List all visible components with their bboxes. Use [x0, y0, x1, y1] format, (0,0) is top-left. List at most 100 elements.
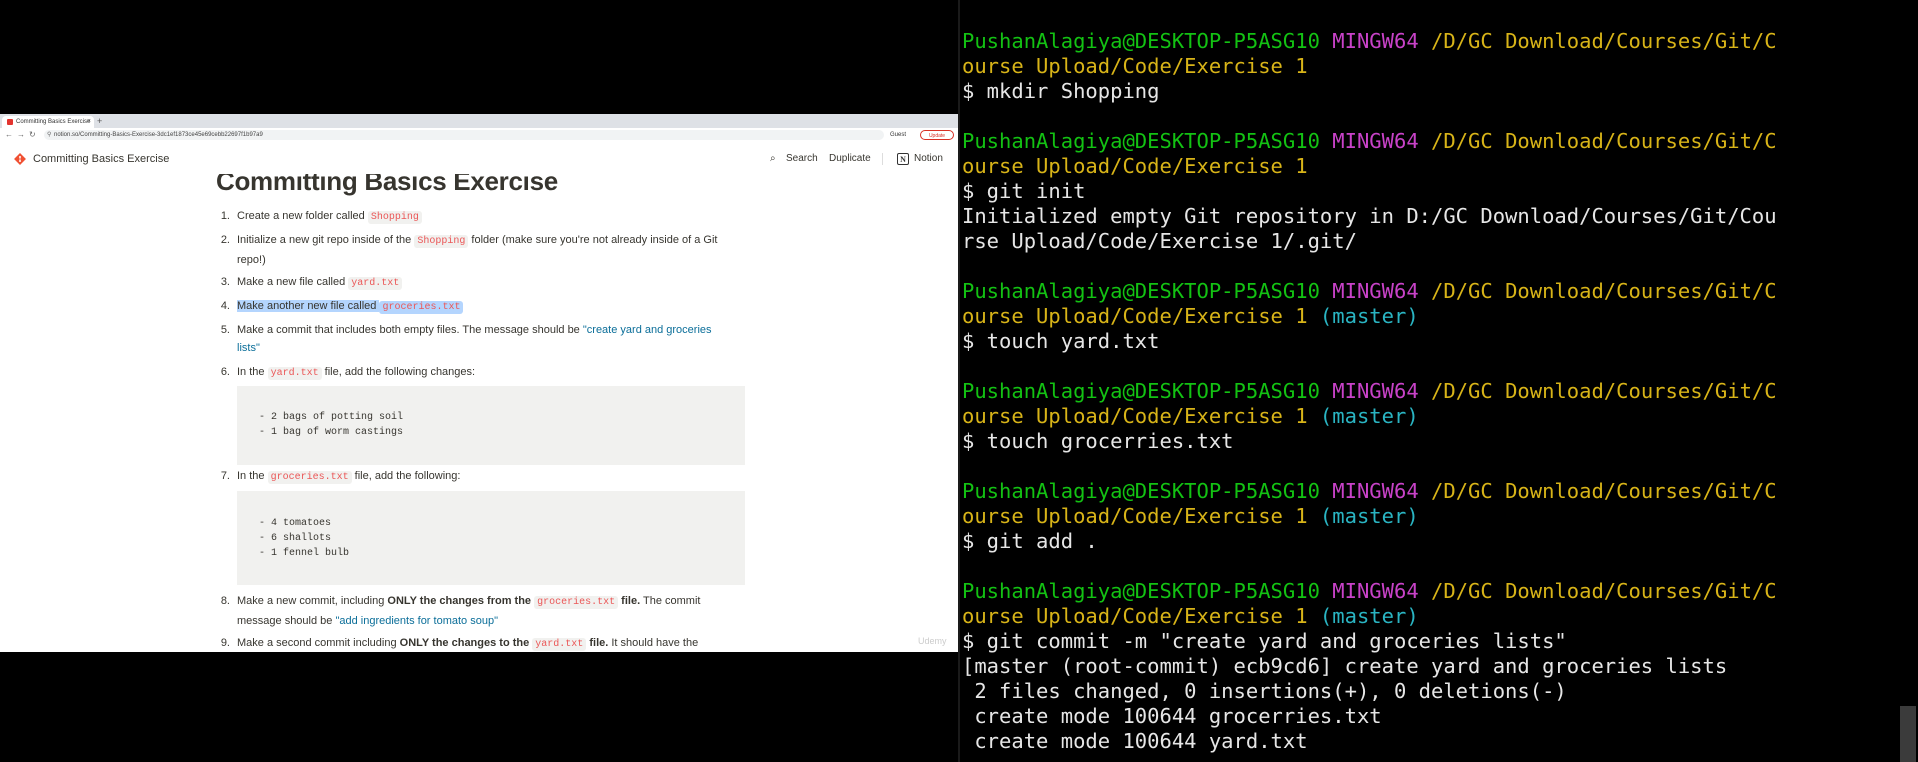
browser-tab[interactable]: Committing Basics Exercise ×	[2, 116, 94, 128]
prompt-branch: (master)	[1319, 404, 1419, 428]
prompt-line: PushanAlagiya@DESKTOP-P5ASG10 MINGW64 /D…	[962, 579, 1777, 604]
step-text: Create a new folder called	[237, 210, 368, 222]
update-button[interactable]: Update	[920, 130, 954, 140]
prompt-path: /D/GC Download/Courses/Git/C	[1431, 279, 1777, 303]
tab-title: Committing Basics Exercise	[16, 119, 91, 125]
inline-code: yard.txt	[532, 638, 587, 651]
prompt-path: /D/GC Download/Courses/Git/C	[1431, 579, 1777, 603]
prompt-path-wrap: ourse Upload/Code/Exercise 1	[962, 304, 1308, 328]
list-number: 9.	[220, 637, 230, 649]
prompt-user: PushanAlagiya@DESKTOP-P5ASG10	[962, 129, 1320, 153]
prompt-env: MINGW64	[1332, 279, 1419, 303]
reload-icon[interactable]: ↻	[29, 129, 36, 141]
prompt-line: PushanAlagiya@DESKTOP-P5ASG10 MINGW64 /D…	[962, 479, 1777, 504]
code-line: - 2 bags of potting soil	[259, 412, 404, 423]
command-line: $ git add .	[962, 529, 1098, 553]
prompt-branch: (master)	[1319, 604, 1419, 628]
inline-code: groceries.txt	[534, 596, 619, 609]
forward-icon[interactable]: →	[17, 129, 25, 141]
inline-code: groceries.txt	[267, 471, 352, 484]
list-text: Make another new file called groceries.t…	[237, 297, 757, 317]
inline-code: groceries.txt	[379, 301, 464, 314]
prompt-path: /D/GC Download/Courses/Git/C	[1431, 479, 1777, 503]
prompt-path: /D/GC Download/Courses/Git/C	[1431, 379, 1777, 403]
terminal-scrollbar[interactable]	[1900, 706, 1916, 762]
list-text: Make a new commit, including ONLY the ch…	[237, 592, 737, 630]
command-line: $ mkdir Shopping	[962, 79, 1160, 103]
inline-code: yard.txt	[267, 367, 322, 380]
output-line: [master (root-commit) ecb9cd6] create ya…	[962, 654, 1728, 678]
page-breadcrumb[interactable]: Committing Basics Exercise	[33, 151, 169, 167]
prompt-line: ourse Upload/Code/Exercise 1 (master)	[962, 304, 1419, 329]
list-text: In the groceries.txt file, add the follo…	[237, 467, 757, 487]
inline-code: Shopping	[414, 235, 469, 248]
prompt-user: PushanAlagiya@DESKTOP-P5ASG10	[962, 279, 1320, 303]
notion-favicon-icon	[7, 119, 13, 125]
prompt-env: MINGW64	[1332, 379, 1419, 403]
output-line: create mode 100644 yard.txt	[962, 729, 1308, 753]
prompt-line: ourse Upload/Code/Exercise 1 (master)	[962, 604, 1419, 629]
step-text: Make a new file called	[237, 276, 349, 288]
prompt-path-wrap: ourse Upload/Code/Exercise 1	[962, 504, 1308, 528]
list-number: 7.	[220, 470, 230, 482]
step-bold-text: file.	[586, 637, 609, 649]
list-text: In the yard.txt file, add the following …	[237, 363, 757, 383]
prompt-path: /D/GC Download/Courses/Git/C	[1431, 129, 1777, 153]
step-text: file, add the following:	[351, 470, 461, 482]
search-button[interactable]: Search	[786, 151, 818, 167]
prompt-env: MINGW64	[1332, 29, 1419, 53]
tab-bar: Committing Basics Exercise × +	[0, 114, 958, 128]
inline-code: Shopping	[367, 211, 422, 224]
close-tab-icon[interactable]: ×	[87, 116, 91, 128]
url-input[interactable]: notion.so/Committing-Basics-Exercise-3dc…	[44, 130, 884, 140]
search-icon[interactable]: ⌕	[770, 151, 776, 167]
divider	[882, 153, 883, 165]
groceries-code-block[interactable]: - 4 tomatoes - 6 shallots - 1 fennel bul…	[237, 491, 745, 585]
prompt-line: ourse Upload/Code/Exercise 1 (master)	[962, 504, 1419, 529]
back-icon[interactable]: ←	[5, 129, 13, 141]
list-number: 1.	[220, 210, 230, 222]
prompt-user: PushanAlagiya@DESKTOP-P5ASG10	[962, 479, 1320, 503]
step-bold-text: ONLY the changes to the	[399, 637, 533, 649]
page-title: Committing Basics Exercise	[216, 174, 558, 196]
yard-code-block[interactable]: - 2 bags of potting soil - 1 bag of worm…	[237, 386, 745, 465]
code-line: - 6 shallots	[259, 533, 332, 544]
inline-code: yard.txt	[348, 277, 403, 290]
new-tab-button[interactable]: +	[97, 115, 102, 127]
command-line: $ git commit -m "create yard and groceri…	[962, 629, 1567, 653]
output-line: Initialized empty Git repository in D:/G…	[962, 204, 1777, 228]
profile-guest-button[interactable]: Guest	[890, 130, 906, 140]
command-line: $ git init	[962, 179, 1086, 203]
list-text: Initialize a new git repo inside of the …	[237, 231, 737, 269]
code-line: - 1 fennel bulb	[259, 548, 350, 559]
commit-message-link: "add ingredients for tomato soup"	[335, 615, 498, 627]
prompt-path-wrap: ourse Upload/Code/Exercise 1	[962, 604, 1308, 628]
prompt-user: PushanAlagiya@DESKTOP-P5ASG10	[962, 379, 1320, 403]
udemy-watermark: Udemy	[918, 636, 947, 646]
output-line: 2 files changed, 0 insertions(+), 0 dele…	[962, 679, 1567, 703]
git-bash-terminal[interactable]: PushanAlagiya@DESKTOP-P5ASG10 MINGW64 /D…	[960, 0, 1918, 762]
prompt-branch: (master)	[1319, 304, 1419, 328]
notion-button[interactable]: Notion	[914, 151, 943, 167]
command-line: $ touch yard.txt	[962, 329, 1160, 353]
prompt-branch: (master)	[1319, 504, 1419, 528]
prompt-path-wrap: ourse Upload/Code/Exercise 1	[962, 154, 1308, 178]
selected-text: Make another new file called	[237, 300, 380, 312]
output-line: create mode 100644 grocerries.txt	[962, 704, 1382, 728]
step-text: In the	[237, 470, 268, 482]
url-text: notion.so/Committing-Basics-Exercise-3dc…	[54, 132, 263, 138]
list-number: 5.	[220, 324, 230, 336]
git-logo-icon	[14, 153, 26, 165]
step-bold-text: file.	[618, 595, 641, 607]
output-line: rse Upload/Code/Exercise 1/.git/	[962, 229, 1357, 253]
list-text: Make a commit that includes both empty f…	[237, 321, 737, 357]
notion-topbar: Committing Basics Exercise ⌕ Search Dupl…	[0, 142, 958, 174]
browser-window: Committing Basics Exercise × + ← → ↻ not…	[0, 114, 958, 652]
list-number: 4.	[220, 300, 230, 312]
step-text: Make a second commit including	[237, 637, 400, 649]
address-bar-row: ← → ↻ notion.so/Committing-Basics-Exerci…	[0, 128, 958, 143]
list-text: Make a new file called yard.txt	[237, 273, 757, 293]
step-text: Make a new commit, including	[237, 595, 388, 607]
duplicate-button[interactable]: Duplicate	[829, 151, 871, 167]
step-text: file, add the following changes:	[321, 366, 476, 378]
